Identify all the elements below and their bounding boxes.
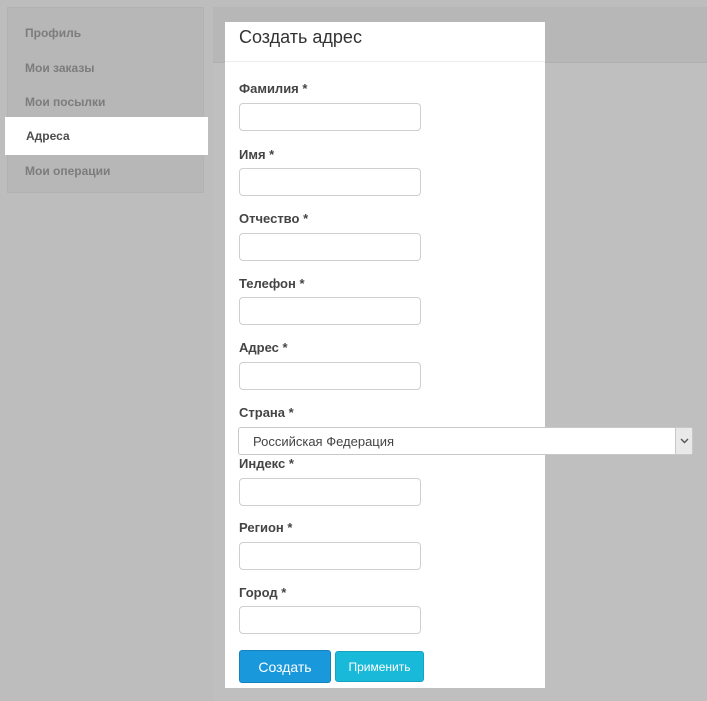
city-label: Город * [239, 585, 287, 600]
required-marker: * [299, 276, 305, 291]
sidebar-item-label: Профиль [25, 26, 82, 40]
patronymic-label: Отчество * [239, 211, 309, 226]
sidebar-item-operations[interactable]: Мои операции [8, 152, 205, 190]
postal-code-label: Индекс * [239, 456, 294, 471]
address-label: Адрес * [239, 340, 288, 355]
required-marker: * [288, 405, 294, 420]
required-marker: * [302, 81, 308, 96]
create-address-modal: Создать адрес Фамилия * Имя * Отчество *… [225, 22, 545, 688]
account-sidebar: Профиль Мои заказы Мои посылки Адреса Мо… [5, 7, 208, 193]
region-label: Регион * [239, 520, 293, 535]
address-input[interactable] [239, 362, 421, 390]
last-name-input[interactable] [239, 103, 421, 131]
apply-button[interactable]: Применить [335, 651, 424, 682]
patronymic-input[interactable] [239, 233, 421, 261]
required-marker: * [303, 211, 309, 226]
region-input[interactable] [239, 542, 421, 570]
sidebar-item-profile[interactable]: Профиль [8, 14, 205, 52]
country-label: Страна * [239, 405, 294, 420]
create-button[interactable]: Создать [239, 650, 331, 683]
city-input[interactable] [239, 606, 421, 634]
required-marker: * [287, 520, 293, 535]
required-marker: * [269, 147, 275, 162]
sidebar-item-addresses[interactable]: Адреса [5, 117, 208, 155]
required-marker: * [282, 340, 288, 355]
last-name-label: Фамилия * [239, 81, 308, 96]
required-marker: * [288, 456, 294, 471]
modal-header: Создать адрес [225, 22, 545, 62]
phone-label: Телефон * [239, 276, 305, 291]
postal-code-input[interactable] [239, 478, 421, 506]
sidebar-item-label: Мои посылки [25, 95, 106, 109]
chevron-down-icon[interactable] [675, 428, 692, 454]
page: Профиль Мои заказы Мои посылки Адреса Мо… [0, 0, 707, 701]
phone-input[interactable] [239, 297, 421, 325]
country-select-value: Российская Федерация [253, 434, 395, 449]
sidebar-item-label: Мои операции [25, 164, 111, 178]
required-marker: * [281, 585, 287, 600]
sidebar-item-label: Адреса [26, 129, 70, 143]
modal-title: Создать адрес [239, 27, 362, 47]
first-name-input[interactable] [239, 168, 421, 196]
sidebar-item-parcels[interactable]: Мои посылки [8, 83, 205, 121]
country-select[interactable]: Российская Федерация [238, 427, 693, 455]
sidebar-item-label: Мои заказы [25, 61, 95, 75]
first-name-label: Имя * [239, 147, 275, 162]
sidebar-item-orders[interactable]: Мои заказы [8, 49, 205, 87]
